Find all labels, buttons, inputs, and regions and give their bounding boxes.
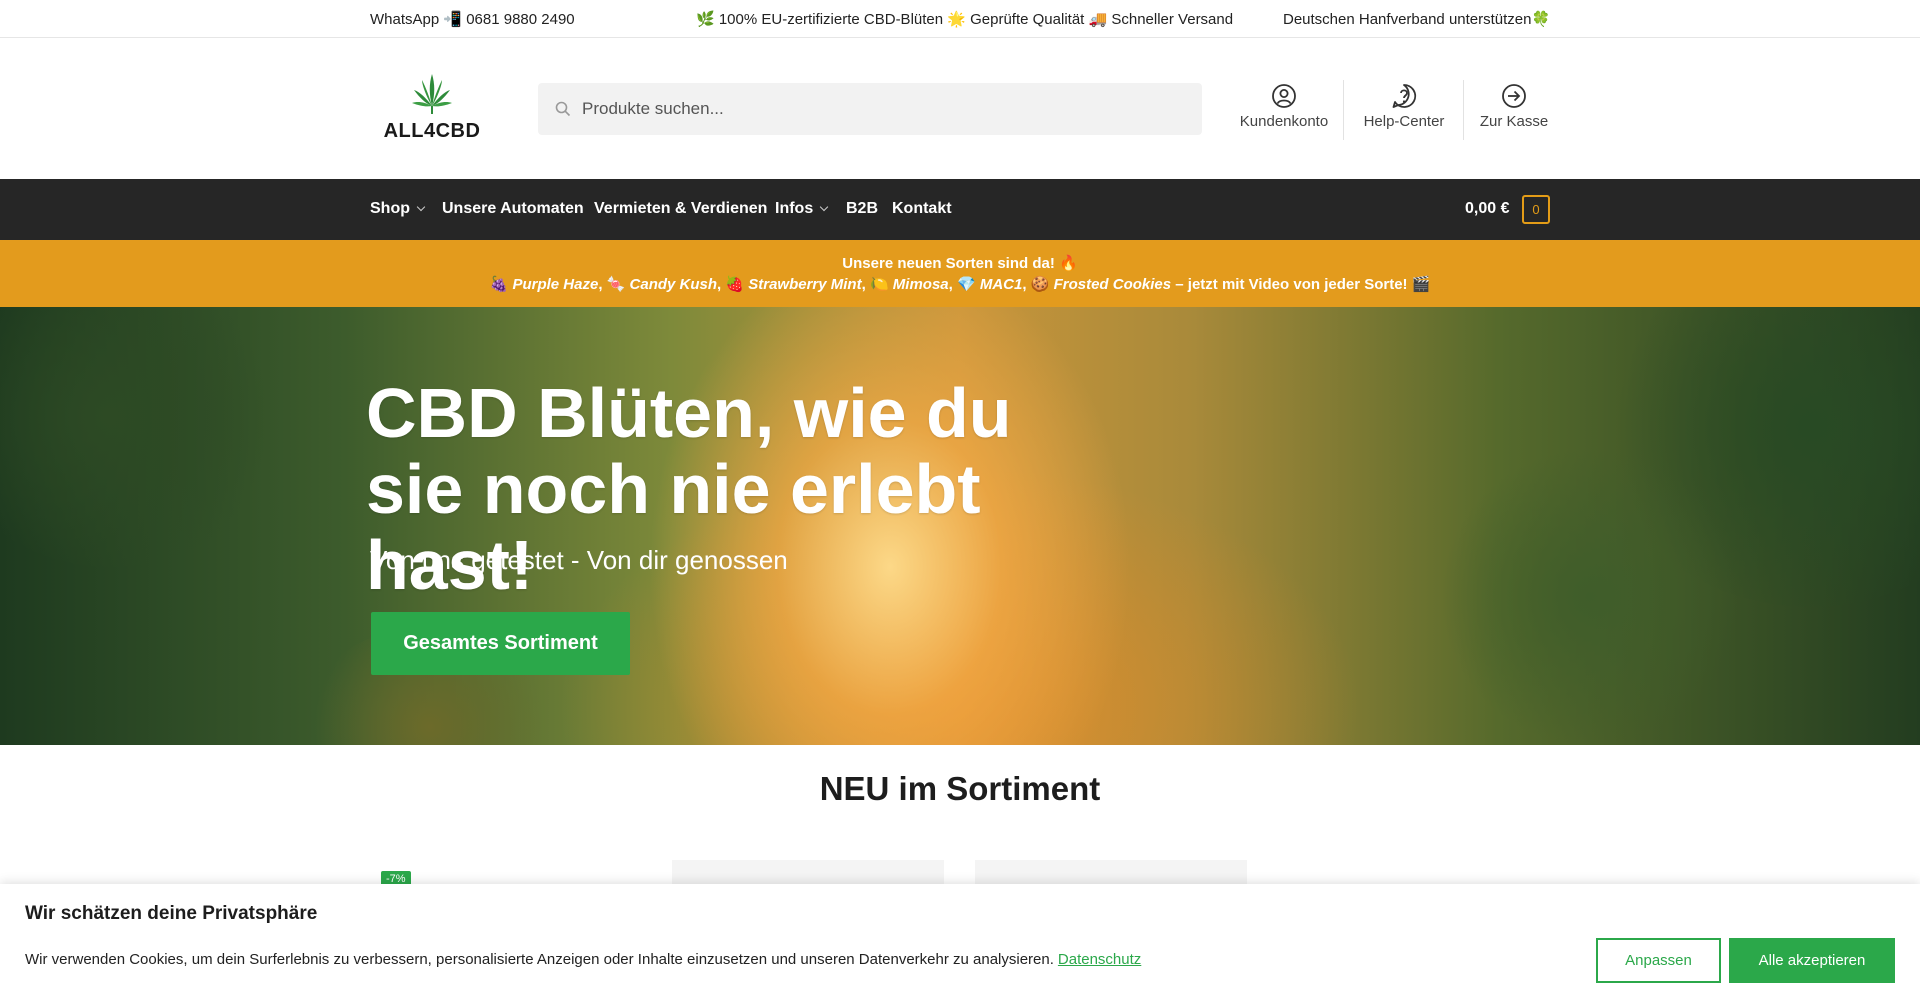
- account-label: Kundenkonto: [1239, 113, 1329, 130]
- cookie-banner: Wir schätzen deine Privatsphäre Wir verw…: [0, 884, 1920, 993]
- promo-headline: Unsere neuen Sorten sind da! 🔥: [842, 255, 1078, 272]
- help-icon: [1392, 84, 1417, 108]
- checkout-link[interactable]: Zur Kasse: [1474, 83, 1554, 138]
- chevron-down-icon: [416, 202, 426, 212]
- hero-foliage: [1440, 447, 1740, 745]
- hero-foliage: [0, 307, 280, 567]
- arrow-circle-right-icon: [1502, 84, 1526, 108]
- nav-item-automaten[interactable]: Unsere Automaten: [442, 200, 584, 218]
- chevron-down-icon: [819, 202, 829, 212]
- help-center-link[interactable]: Help-Center: [1356, 83, 1452, 138]
- main-navigation: Shop Unsere Automaten Vermieten & Verdie…: [0, 179, 1920, 240]
- nav-item-shop[interactable]: Shop: [370, 200, 426, 218]
- cart-total[interactable]: 0,00 €: [1465, 200, 1509, 218]
- help-center-label: Help-Center: [1363, 113, 1445, 130]
- header-divider: [1343, 80, 1344, 140]
- nav-item-b2b[interactable]: B2B: [846, 200, 878, 218]
- cookie-text: Wir verwenden Cookies, um dein Surferleb…: [25, 951, 1142, 968]
- cannabis-leaf-icon: [412, 74, 452, 114]
- nav-item-kontakt[interactable]: Kontakt: [892, 200, 952, 218]
- cookie-title: Wir schätzen deine Privatsphäre: [25, 903, 318, 924]
- checkout-label: Zur Kasse: [1479, 113, 1549, 130]
- usp-banner: 🌿 100% EU-zertifizierte CBD-Blüten 🌟 Gep…: [696, 11, 1234, 28]
- header-divider: [1463, 80, 1464, 140]
- account-link[interactable]: Kundenkonto: [1236, 83, 1332, 138]
- logo-text: ALL4CBD: [383, 120, 481, 142]
- promo-banner: Unsere neuen Sorten sind da! 🔥 🍇 Purple …: [0, 240, 1920, 307]
- accept-all-button[interactable]: Alle akzeptieren: [1729, 938, 1895, 983]
- hero-subtitle: Von uns getestet - Von dir genossen: [370, 545, 788, 575]
- logo[interactable]: ALL4CBD: [380, 72, 484, 144]
- section-title: NEU im Sortiment: [819, 770, 1101, 807]
- nav-item-vermieten[interactable]: Vermieten & Verdienen: [594, 200, 767, 218]
- promo-strains: 🍇 Purple Haze, 🍬 Candy Kush, 🍓 Strawberr…: [489, 276, 1431, 293]
- cart-count-badge[interactable]: 0: [1522, 195, 1550, 224]
- site-header: ALL4CBD Kundenkonto Help-Center Zu: [0, 38, 1920, 179]
- privacy-link[interactable]: Datenschutz: [1058, 951, 1141, 968]
- whatsapp-contact[interactable]: WhatsApp 📲 0681 9880 2490: [370, 10, 575, 28]
- search-bar: [538, 83, 1202, 135]
- top-bar: WhatsApp 📲 0681 9880 2490 🌿 100% EU-zert…: [0, 0, 1920, 38]
- user-icon: [1272, 84, 1296, 108]
- support-link[interactable]: Deutschen Hanfverband unterstützen🍀: [1283, 10, 1550, 28]
- search-input[interactable]: [582, 83, 1182, 135]
- hero-banner: CBD Blüten, wie du sie noch nie erlebt h…: [0, 307, 1920, 745]
- full-assortment-button[interactable]: Gesamtes Sortiment: [371, 612, 630, 675]
- search-icon: [555, 101, 571, 117]
- nav-item-infos[interactable]: Infos: [775, 200, 829, 218]
- customize-button[interactable]: Anpassen: [1596, 938, 1721, 983]
